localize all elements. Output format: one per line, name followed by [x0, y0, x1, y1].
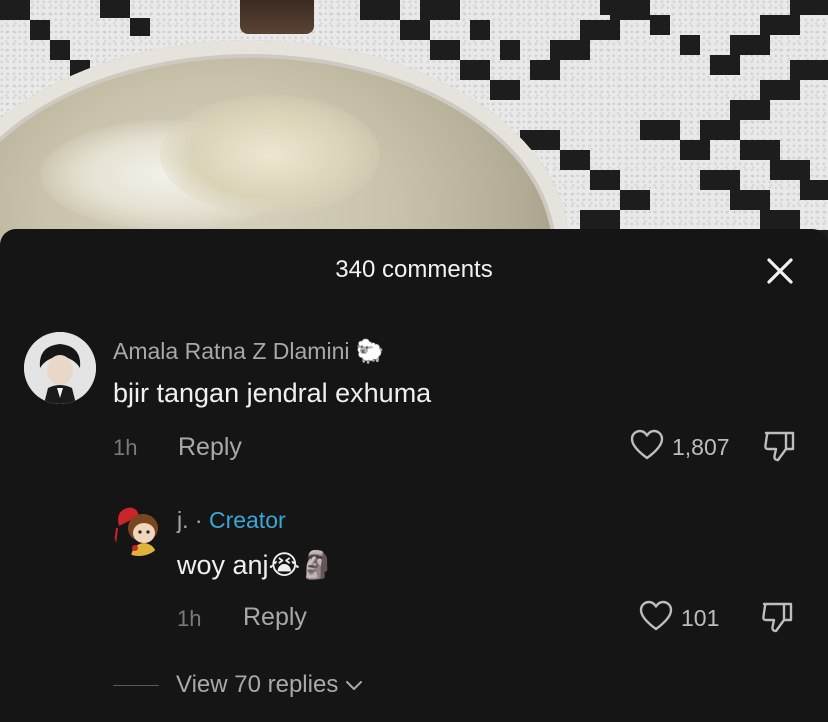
- chevron-down-icon: [346, 680, 362, 690]
- reply-username[interactable]: j. · Creator: [177, 507, 286, 534]
- comment-username[interactable]: Amala Ratna Z Dlamini 🐑: [113, 338, 385, 365]
- comments-sheet: 340 comments Amala Ratna Z Dlamini 🐑 bji…: [0, 229, 828, 722]
- replies-divider: [113, 685, 159, 686]
- thumbs-down-icon: [762, 602, 793, 633]
- comments-count-title: 340 comments: [335, 256, 493, 283]
- separator-dot: ·: [194, 507, 203, 533]
- avatar[interactable]: [24, 332, 96, 404]
- heart-icon: [639, 600, 673, 631]
- like-button[interactable]: [630, 429, 664, 466]
- view-replies-button[interactable]: View 70 replies: [176, 671, 363, 699]
- dough-mixture: [160, 95, 380, 215]
- heart-icon: [630, 429, 664, 460]
- view-replies-label[interactable]: View 70 replies: [176, 671, 338, 698]
- comment-text: bjir tangan jendral exhuma: [113, 378, 432, 408]
- comment-time: 1h: [113, 435, 138, 460]
- sheep-emoji: 🐑: [355, 338, 385, 364]
- username-text[interactable]: j.: [177, 507, 189, 533]
- reply-text: woy anj😭🗿: [177, 549, 334, 581]
- crying-moai-emojis: 😭🗿: [268, 550, 334, 580]
- avatar[interactable]: [113, 504, 165, 556]
- utensil-handle: [240, 0, 314, 34]
- reply-button[interactable]: Reply: [243, 603, 307, 632]
- like-count: 1,807: [672, 434, 730, 460]
- reply-text-body: woy anj: [177, 550, 269, 580]
- dislike-button[interactable]: [762, 429, 796, 468]
- thumbs-down-icon: [764, 431, 795, 462]
- reply-button[interactable]: Reply: [178, 433, 242, 462]
- creator-label: Creator: [208, 507, 286, 533]
- like-count: 101: [681, 605, 720, 631]
- username-text[interactable]: Amala Ratna Z Dlamini: [113, 338, 349, 364]
- like-button[interactable]: [639, 600, 673, 637]
- close-button[interactable]: [760, 251, 800, 291]
- video-background: [0, 0, 828, 250]
- reply-time: 1h: [177, 606, 202, 631]
- creator-avatar-image: [114, 507, 158, 556]
- dislike-button[interactable]: [760, 600, 794, 639]
- user-photo: [24, 332, 96, 404]
- close-icon: [767, 258, 793, 284]
